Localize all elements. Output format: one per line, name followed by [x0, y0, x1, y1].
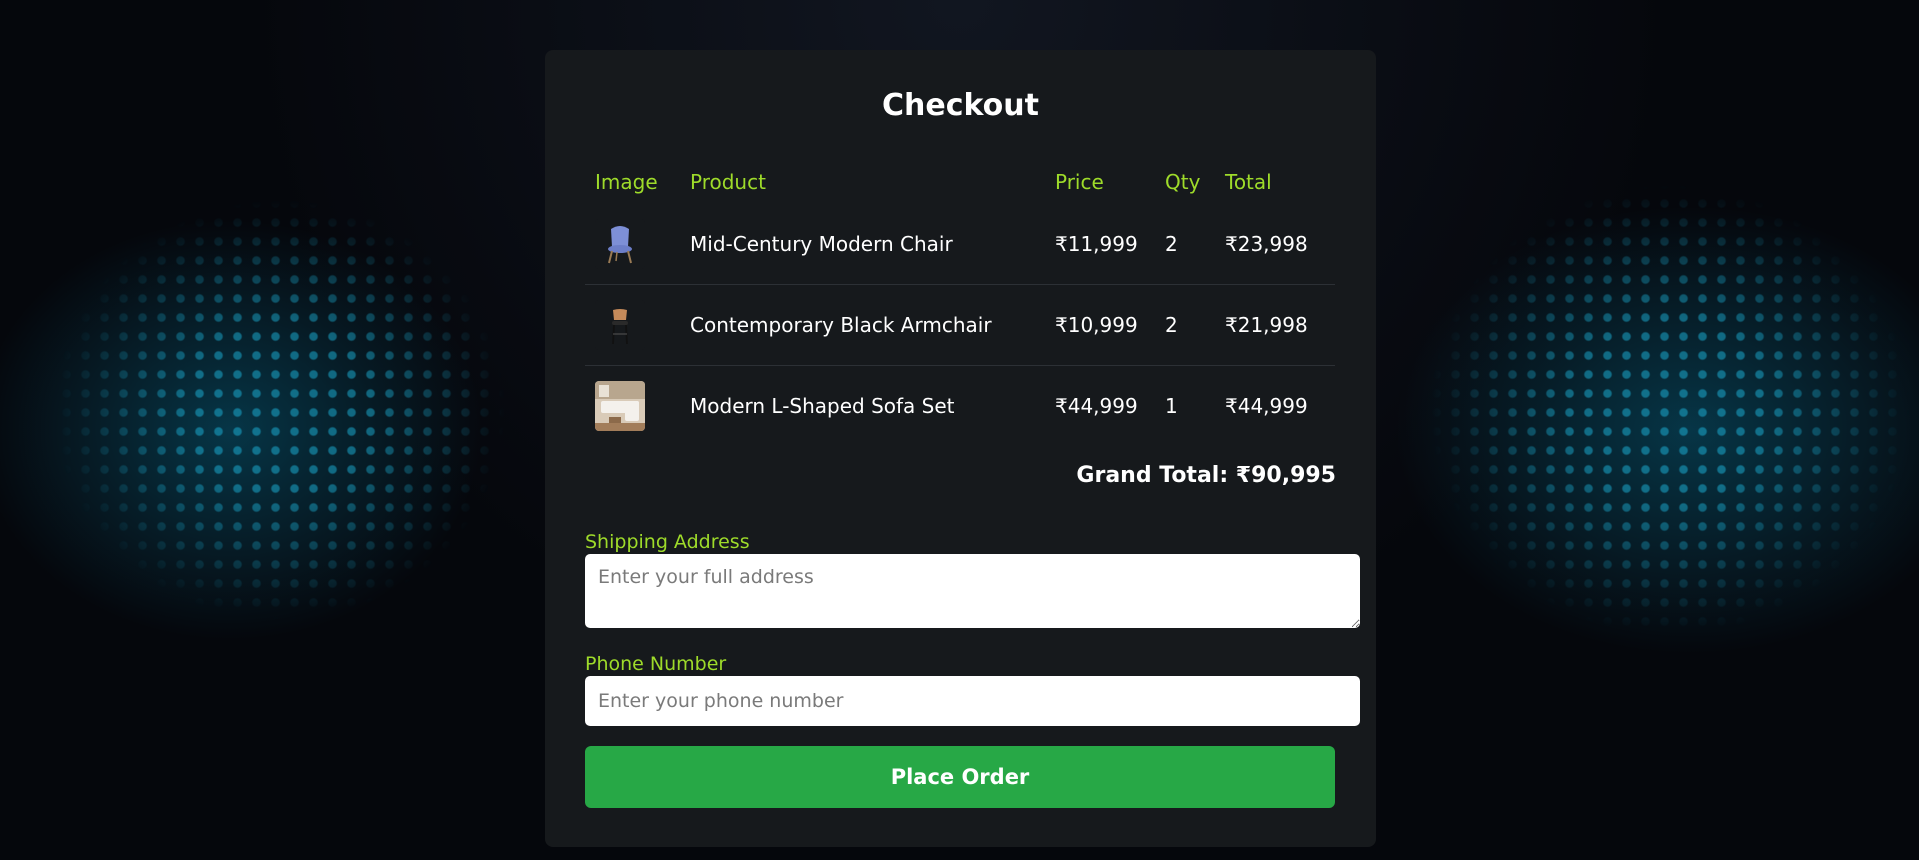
product-total: ₹23,998: [1215, 204, 1335, 285]
product-name: Mid-Century Modern Chair: [680, 204, 1045, 285]
page-title: Checkout: [882, 88, 1039, 123]
checkout-card: Checkout Image Product Price Qty Total M…: [545, 50, 1376, 847]
black-armchair-thumbnail: [595, 300, 645, 350]
shipping-address-input[interactable]: [585, 554, 1360, 628]
table-row: Contemporary Black Armchair ₹10,999 2 ₹2…: [585, 284, 1335, 366]
cart-table: Image Product Price Qty Total Mid-Centur…: [585, 160, 1335, 446]
column-header-product: Product: [690, 170, 766, 194]
place-order-button[interactable]: Place Order: [585, 746, 1335, 808]
phone-number-input[interactable]: [585, 676, 1360, 726]
column-header-price: Price: [1055, 170, 1104, 194]
product-qty: 2: [1155, 204, 1215, 285]
decorative-dot-pattern-left: [0, 80, 560, 700]
table-header-row: Image Product Price Qty Total: [585, 160, 1335, 204]
blue-chair-thumbnail: [595, 219, 645, 269]
product-price: ₹44,999: [1055, 394, 1138, 418]
product-qty: 2: [1155, 284, 1215, 366]
product-price: ₹11,999: [1045, 204, 1155, 285]
column-header-total: Total: [1225, 170, 1272, 194]
product-image-cell: [585, 366, 680, 447]
product-qty: 1: [1165, 394, 1178, 418]
decorative-dot-pattern-right: [1370, 80, 1919, 700]
table-row: Modern L-Shaped Sofa Set ₹44,999 1 ₹44,9…: [585, 366, 1335, 447]
product-name: Modern L-Shaped Sofa Set: [690, 394, 955, 418]
product-image-cell: [585, 204, 680, 285]
sofa-set-thumbnail: [595, 381, 645, 431]
shipping-address-label: Shipping Address: [585, 531, 750, 553]
product-price: ₹10,999: [1045, 284, 1155, 366]
phone-number-label: Phone Number: [585, 653, 727, 675]
product-total: ₹21,998: [1215, 284, 1335, 366]
product-total: ₹44,999: [1225, 394, 1308, 418]
column-header-image: Image: [595, 170, 658, 194]
product-image-cell: [585, 284, 680, 366]
product-name: Contemporary Black Armchair: [680, 284, 1045, 366]
grand-total: Grand Total: ₹90,995: [1076, 463, 1336, 488]
table-row: Mid-Century Modern Chair ₹11,999 2 ₹23,9…: [585, 204, 1335, 285]
column-header-qty: Qty: [1165, 170, 1201, 194]
